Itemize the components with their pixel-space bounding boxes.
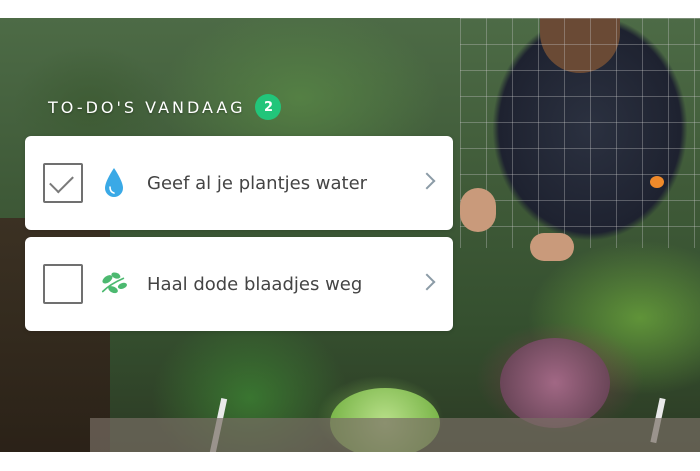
todo-count-badge: 2 (255, 94, 282, 120)
task-checkbox-checked[interactable] (43, 163, 83, 203)
orange-flower (650, 176, 664, 188)
todo-header: TO-DO'S VANDAAG 2 (48, 94, 282, 120)
leaves-icon (99, 266, 129, 302)
bottom-margin (0, 452, 700, 471)
checkmark-icon (49, 168, 74, 194)
task-card-water[interactable]: Geef al je plantjes water (25, 136, 453, 230)
todo-title: TO-DO'S VANDAAG (48, 97, 246, 117)
trellis-net (460, 18, 700, 248)
gardener-hand (460, 188, 496, 232)
task-checkbox-unchecked[interactable] (43, 264, 83, 304)
task-card-leaves[interactable]: Haal dode blaadjes weg (25, 237, 453, 331)
purple-lettuce (500, 338, 610, 428)
task-label: Geef al je plantjes water (147, 172, 368, 194)
raised-bed-frame (90, 418, 700, 452)
chevron-right-icon (418, 172, 436, 190)
task-label: Haal dode blaadjes weg (147, 273, 363, 295)
water-drop-icon (99, 165, 129, 201)
gardener-hand (530, 233, 574, 261)
chevron-right-icon (418, 273, 436, 291)
garden-background-photo (0, 18, 700, 452)
